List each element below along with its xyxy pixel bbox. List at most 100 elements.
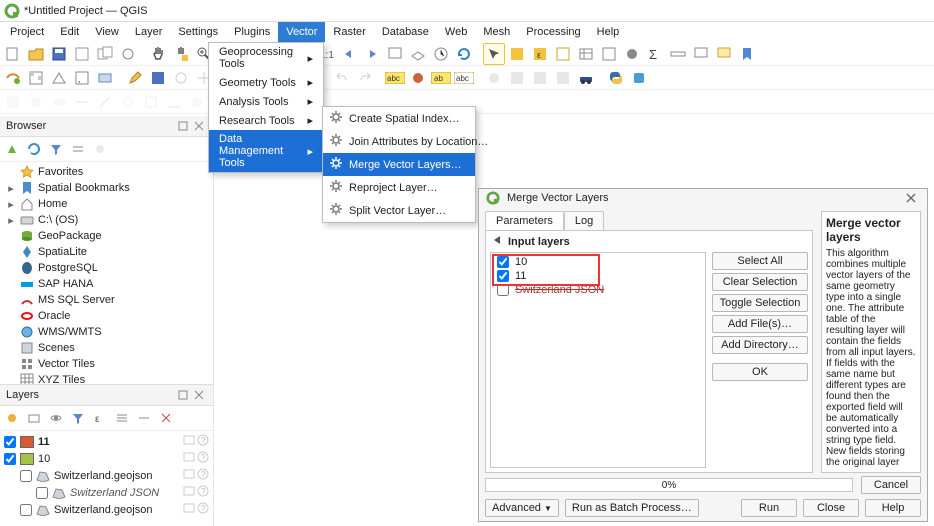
menu-settings[interactable]: Settings [170,22,226,42]
help-button[interactable]: Help [865,499,921,517]
label-ab-icon[interactable]: ab [430,67,452,89]
browser-item[interactable]: ▸Home [0,196,213,212]
browser-add-icon[interactable] [1,138,23,160]
browser-props-icon[interactable] [89,138,111,160]
browser-item[interactable]: SpatiaLite [0,244,213,260]
submenu-item[interactable]: Join Attributes by Location… [323,130,475,153]
new-3d-view-icon[interactable] [407,43,429,65]
tb2-car-icon[interactable] [575,67,597,89]
browser-item[interactable]: PostgreSQL [0,260,213,276]
add-virtual-icon[interactable] [94,67,116,89]
new-project-icon[interactable] [2,43,24,65]
input-layer-checkbox[interactable] [497,284,509,296]
vector-menu-item[interactable]: Geometry Tools▸ [209,73,323,92]
back-triangle-icon[interactable] [492,235,502,248]
input-layer-item[interactable]: 11 [491,269,705,283]
label-abc-icon[interactable]: abc [384,67,406,89]
browser-item[interactable]: Favorites [0,164,213,180]
layers-undock-icon[interactable] [175,387,191,403]
menu-raster[interactable]: Raster [325,22,373,42]
tb3-2[interactable] [25,91,47,113]
zoom-last-icon[interactable] [338,43,360,65]
label-abc2-icon[interactable]: abc [453,67,475,89]
clear-selection-button[interactable]: Clear Selection [712,273,808,291]
browser-collapse-icon[interactable] [67,138,89,160]
menu-web[interactable]: Web [437,22,475,42]
undo-icon[interactable] [331,67,353,89]
pan-selection-icon[interactable] [170,43,192,65]
layers-remove-icon[interactable] [155,407,177,429]
input-layer-item[interactable]: Switzerland JSON [491,283,705,297]
input-layers-list[interactable]: 1011Switzerland JSON [490,252,706,468]
input-layer-checkbox[interactable] [497,270,509,282]
layer-count-icon[interactable] [183,468,195,483]
input-layer-item[interactable]: 10 [491,255,705,269]
menu-processing[interactable]: Processing [518,22,588,42]
field-calc-icon[interactable] [598,43,620,65]
cancel-button[interactable]: Cancel [861,476,921,494]
input-layers-header[interactable]: Input layers [490,235,808,252]
layer-visible-checkbox[interactable] [20,504,32,516]
vector-menu-item[interactable]: Analysis Tools▸ [209,92,323,111]
layer-row[interactable]: Switzerland.geojson? [2,467,211,484]
tb3-5[interactable] [94,91,116,113]
browser-item[interactable]: ▸Spatial Bookmarks [0,180,213,196]
select-value-icon[interactable]: ε [529,43,551,65]
layer-count-icon[interactable] [183,502,195,517]
new-map-view-icon[interactable] [384,43,406,65]
browser-item[interactable]: XYZ Tiles [0,372,213,384]
submenu-item[interactable]: Split Vector Layer… [323,199,475,222]
advanced-button[interactable]: Advanced ▼ [485,499,559,517]
submenu-item[interactable]: Create Spatial Index… [323,107,475,130]
new-layout-icon[interactable] [71,43,93,65]
browser-item[interactable]: Vector Tiles [0,356,213,372]
toggle-selection-button[interactable]: Toggle Selection [712,294,808,312]
attribute-table-icon[interactable] [575,43,597,65]
plugins-icon[interactable] [628,67,650,89]
browser-item[interactable]: WMS/WMTS [0,324,213,340]
tab-log[interactable]: Log [564,211,604,230]
submenu-item[interactable]: Reproject Layer… [323,176,475,199]
twisty-icon[interactable]: ▸ [6,182,16,195]
layer-info-icon[interactable]: ? [197,502,209,517]
menu-layer[interactable]: Layer [127,22,171,42]
layers-close-icon[interactable] [191,387,207,403]
layers-filter-icon[interactable] [67,407,89,429]
select-features-icon[interactable] [506,43,528,65]
browser-item[interactable]: SAP HANA [0,276,213,292]
menu-help[interactable]: Help [589,22,628,42]
open-icon[interactable] [25,43,47,65]
layer-row[interactable]: Switzerland JSON? [2,484,211,501]
bookmarks-icon[interactable] [736,43,758,65]
save-edits-icon[interactable] [147,67,169,89]
tb2-misc-2[interactable] [506,67,528,89]
layer-row[interactable]: 11? [2,433,211,450]
tab-parameters[interactable]: Parameters [485,211,564,230]
redo-icon[interactable] [354,67,376,89]
browser-close-icon[interactable] [191,118,207,134]
tb3-1[interactable] [2,91,24,113]
save-icon[interactable] [48,43,70,65]
dialog-title-bar[interactable]: Merge Vector Layers [479,189,927,207]
pan-icon[interactable] [147,43,169,65]
browser-item[interactable]: GeoPackage [0,228,213,244]
layer-row[interactable]: Switzerland.geojson? [2,501,211,518]
browser-item[interactable]: Scenes [0,340,213,356]
layers-expand-icon[interactable] [111,407,133,429]
ok-button[interactable]: OK [712,363,808,381]
identify-icon[interactable] [483,43,505,65]
layer-info-icon[interactable]: ? [197,434,209,449]
twisty-icon[interactable]: ▸ [6,198,16,211]
layer-info-icon[interactable]: ? [197,485,209,500]
dialog-close-icon[interactable] [901,189,921,207]
select-all-button[interactable]: Select All [712,252,808,270]
browser-tree[interactable]: Favorites▸Spatial Bookmarks▸Home▸C:\ (OS… [0,162,213,384]
edit-toggle-icon[interactable] [124,67,146,89]
layer-visible-checkbox[interactable] [36,487,48,499]
browser-undock-icon[interactable] [175,118,191,134]
layer-info-icon[interactable]: ? [197,468,209,483]
add-files-button[interactable]: Add File(s)… [712,315,808,333]
add-raster-icon[interactable] [25,67,47,89]
measure-icon[interactable] [667,43,689,65]
add-directory-button[interactable]: Add Directory… [712,336,808,354]
